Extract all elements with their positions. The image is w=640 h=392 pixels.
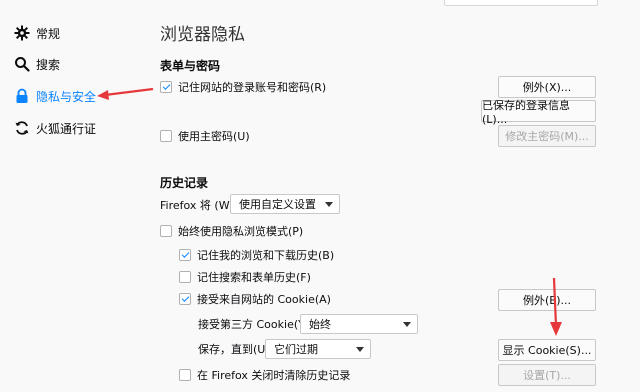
sidebar-item-label: 搜索	[36, 57, 61, 72]
sidebar-item-privacy[interactable]: 隐私与安全	[14, 85, 96, 107]
remember-search-label: 记住搜索和表单历史(F)	[197, 271, 311, 284]
show-cookies-button[interactable]: 显示 Cookie(S)...	[498, 339, 596, 361]
sidebar-item-sync[interactable]: 火狐通行证	[14, 117, 96, 139]
clear-on-close-row[interactable]: 在 Firefox 关闭时清除历史记录	[179, 366, 350, 384]
third-party-row: 接受第三方 Cookie(Y)	[198, 315, 309, 333]
history-mode-row: Firefox 将 (W)	[160, 196, 234, 214]
search-box-top[interactable]	[444, 0, 598, 6]
clear-on-close-checkbox[interactable]	[179, 369, 191, 381]
sidebar-item-label: 隐私与安全	[36, 89, 97, 104]
sidebar-item-search[interactable]: 搜索	[14, 53, 60, 75]
third-party-select[interactable]: 始终	[300, 314, 418, 334]
keep-until-label: 保存，直到(U)	[198, 343, 270, 356]
always-private-row[interactable]: 始终使用隐私浏览模式(P)	[160, 222, 303, 240]
clear-on-close-label: 在 Firefox 关闭时清除历史记录	[197, 369, 351, 382]
remember-search-row[interactable]: 记住搜索和表单历史(F)	[179, 268, 311, 286]
remember-logins-row[interactable]: 记住网站的登录账号和密码(R)	[160, 78, 326, 96]
login-exceptions-button[interactable]: 例外(X)...	[498, 76, 596, 98]
page-title: 浏览器隐私	[160, 25, 245, 45]
sync-icon	[14, 120, 30, 136]
remember-search-checkbox[interactable]	[179, 271, 191, 283]
sidebar-item-general[interactable]: 常规	[14, 22, 60, 44]
always-private-label: 始终使用隐私浏览模式(P)	[178, 225, 304, 238]
accept-cookies-row[interactable]: 接受来自网站的 Cookie(A)	[179, 290, 331, 308]
third-party-value: 始终	[309, 318, 331, 331]
always-private-checkbox[interactable]	[160, 225, 172, 237]
remember-logins-checkbox[interactable]	[160, 81, 172, 93]
chevron-down-icon	[403, 322, 411, 327]
checkmark-icon	[162, 82, 170, 90]
keep-until-select[interactable]: 它们过期	[265, 339, 371, 359]
master-password-label: 使用主密码(U)	[178, 130, 250, 143]
section-heading-forms: 表单与密码	[160, 59, 221, 73]
search-icon	[14, 56, 30, 72]
keep-until-row: 保存，直到(U)	[198, 340, 270, 358]
annotation-arrow-left-icon	[97, 87, 154, 100]
accept-cookies-checkbox[interactable]	[179, 293, 191, 305]
chevron-down-icon	[325, 202, 333, 207]
lock-icon	[14, 88, 30, 104]
section-heading-history: 历史记录	[160, 176, 209, 190]
chevron-down-icon	[356, 347, 364, 352]
master-password-checkbox[interactable]	[160, 130, 172, 142]
change-master-password-button[interactable]: 修改主密码(M)...	[498, 125, 596, 147]
accept-cookies-label: 接受来自网站的 Cookie(A)	[197, 293, 331, 306]
history-mode-select[interactable]: 使用自定义设置	[230, 194, 340, 214]
remember-history-checkbox[interactable]	[179, 249, 191, 261]
annotation-arrow-down-icon	[550, 277, 562, 336]
firefox-will-label: Firefox 将 (W)	[160, 199, 234, 212]
master-password-row[interactable]: 使用主密码(U)	[160, 127, 250, 145]
sidebar-item-label: 火狐通行证	[36, 121, 97, 136]
cookie-exceptions-button[interactable]: 例外(E)...	[498, 289, 596, 311]
history-mode-value: 使用自定义设置	[239, 198, 316, 211]
saved-logins-button[interactable]: 已保存的登录信息(L)...	[481, 99, 596, 126]
clear-settings-button[interactable]: 设置(T)...	[498, 364, 596, 386]
checkmark-icon	[181, 250, 189, 258]
remember-history-row[interactable]: 记住我的浏览和下载历史(B)	[179, 246, 334, 264]
third-party-label: 接受第三方 Cookie(Y)	[198, 318, 310, 331]
remember-logins-label: 记住网站的登录账号和密码(R)	[178, 81, 327, 94]
checkmark-icon	[181, 294, 189, 302]
gear-icon	[14, 25, 30, 41]
keep-until-value: 它们过期	[274, 343, 318, 356]
sidebar-item-label: 常规	[36, 26, 61, 41]
remember-history-label: 记住我的浏览和下载历史(B)	[197, 249, 335, 262]
